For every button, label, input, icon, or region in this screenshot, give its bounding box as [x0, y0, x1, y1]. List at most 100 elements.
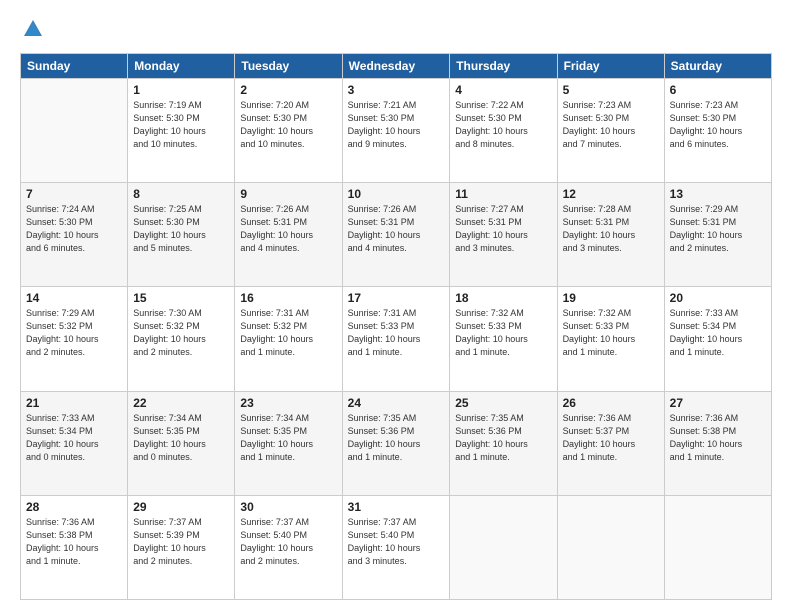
day-info: Sunrise: 7:33 AM Sunset: 5:34 PM Dayligh… — [670, 307, 766, 359]
calendar-cell: 7 Sunrise: 7:24 AM Sunset: 5:30 PM Daylig… — [21, 183, 128, 287]
calendar-cell: 31Sunrise: 7:37 AM Sunset: 5:40 PM Dayli… — [342, 495, 450, 599]
day-number: 31 — [348, 500, 445, 514]
weekday-tuesday: Tuesday — [235, 53, 342, 78]
calendar-cell: 21 Sunrise: 7:33 AM Sunset: 5:34 PM Dayli… — [21, 391, 128, 495]
calendar-cell: 23 Sunrise: 7:34 AM Sunset: 5:35 PM Dayli… — [235, 391, 342, 495]
day-number: 29 — [133, 500, 229, 514]
calendar-cell: 11 Sunrise: 7:27 AM Sunset: 5:31 PM Dayli… — [450, 183, 557, 287]
calendar-page: SundayMondayTuesdayWednesdayThursdayFrid… — [0, 0, 792, 612]
calendar-cell: 22Sunrise: 7:34 AM Sunset: 5:35 PM Dayli… — [128, 391, 235, 495]
weekday-wednesday: Wednesday — [342, 53, 450, 78]
weekday-monday: Monday — [128, 53, 235, 78]
day-number: 14 — [26, 291, 122, 305]
day-number: 17 — [348, 291, 445, 305]
calendar-cell: 9 Sunrise: 7:26 AM Sunset: 5:31 PM Daylig… — [235, 183, 342, 287]
day-number: 7 — [26, 187, 122, 201]
calendar-cell: 3 Sunrise: 7:21 AM Sunset: 5:30 PM Daylig… — [342, 78, 450, 182]
weekday-header-row: SundayMondayTuesdayWednesdayThursdayFrid… — [21, 53, 772, 78]
calendar-cell: 24Sunrise: 7:35 AM Sunset: 5:36 PM Dayli… — [342, 391, 450, 495]
day-info: Sunrise: 7:37 AM Sunset: 5:40 PM Dayligh… — [240, 516, 336, 568]
calendar-cell: 17 Sunrise: 7:31 AM Sunset: 5:33 PM Dayli… — [342, 287, 450, 391]
day-number: 30 — [240, 500, 336, 514]
calendar-cell: 27 Sunrise: 7:36 AM Sunset: 5:38 PM Dayli… — [664, 391, 771, 495]
day-info: Sunrise: 7:32 AM Sunset: 5:33 PM Dayligh… — [563, 307, 659, 359]
calendar-cell: 20Sunrise: 7:33 AM Sunset: 5:34 PM Dayli… — [664, 287, 771, 391]
day-number: 19 — [563, 291, 659, 305]
day-number: 25 — [455, 396, 551, 410]
day-number: 10 — [348, 187, 445, 201]
day-number: 21 — [26, 396, 122, 410]
day-info: Sunrise: 7:33 AM Sunset: 5:34 PM Dayligh… — [26, 412, 122, 464]
day-info: Sunrise: 7:36 AM Sunset: 5:37 PM Dayligh… — [563, 412, 659, 464]
calendar-cell: 2 Sunrise: 7:20 AM Sunset: 5:30 PM Daylig… — [235, 78, 342, 182]
calendar-cell: 18 Sunrise: 7:32 AM Sunset: 5:33 PM Dayli… — [450, 287, 557, 391]
day-number: 3 — [348, 83, 445, 97]
day-info: Sunrise: 7:26 AM Sunset: 5:31 PM Dayligh… — [240, 203, 336, 255]
calendar-cell — [21, 78, 128, 182]
calendar-week-5: 28Sunrise: 7:36 AM Sunset: 5:38 PM Dayli… — [21, 495, 772, 599]
weekday-thursday: Thursday — [450, 53, 557, 78]
calendar-body: 1 Sunrise: 7:19 AM Sunset: 5:30 PM Daylig… — [21, 78, 772, 599]
calendar-cell: 26 Sunrise: 7:36 AM Sunset: 5:37 PM Dayli… — [557, 391, 664, 495]
day-info: Sunrise: 7:32 AM Sunset: 5:33 PM Dayligh… — [455, 307, 551, 359]
day-number: 28 — [26, 500, 122, 514]
weekday-saturday: Saturday — [664, 53, 771, 78]
calendar-week-4: 21 Sunrise: 7:33 AM Sunset: 5:34 PM Dayli… — [21, 391, 772, 495]
calendar-table: SundayMondayTuesdayWednesdayThursdayFrid… — [20, 53, 772, 600]
calendar-cell: 29 Sunrise: 7:37 AM Sunset: 5:39 PM Dayli… — [128, 495, 235, 599]
calendar-cell — [450, 495, 557, 599]
calendar-cell: 25 Sunrise: 7:35 AM Sunset: 5:36 PM Dayli… — [450, 391, 557, 495]
day-number: 13 — [670, 187, 766, 201]
weekday-friday: Friday — [557, 53, 664, 78]
day-number: 26 — [563, 396, 659, 410]
day-info: Sunrise: 7:23 AM Sunset: 5:30 PM Dayligh… — [670, 99, 766, 151]
day-info: Sunrise: 7:26 AM Sunset: 5:31 PM Dayligh… — [348, 203, 445, 255]
day-number: 16 — [240, 291, 336, 305]
calendar-cell: 8Sunrise: 7:25 AM Sunset: 5:30 PM Daylig… — [128, 183, 235, 287]
day-info: Sunrise: 7:29 AM Sunset: 5:32 PM Dayligh… — [26, 307, 122, 359]
day-info: Sunrise: 7:28 AM Sunset: 5:31 PM Dayligh… — [563, 203, 659, 255]
day-number: 22 — [133, 396, 229, 410]
calendar-cell: 10 Sunrise: 7:26 AM Sunset: 5:31 PM Dayli… — [342, 183, 450, 287]
day-info: Sunrise: 7:34 AM Sunset: 5:35 PM Dayligh… — [240, 412, 336, 464]
day-info: Sunrise: 7:31 AM Sunset: 5:32 PM Dayligh… — [240, 307, 336, 359]
day-info: Sunrise: 7:35 AM Sunset: 5:36 PM Dayligh… — [455, 412, 551, 464]
day-info: Sunrise: 7:22 AM Sunset: 5:30 PM Dayligh… — [455, 99, 551, 151]
day-number: 11 — [455, 187, 551, 201]
weekday-sunday: Sunday — [21, 53, 128, 78]
day-info: Sunrise: 7:30 AM Sunset: 5:32 PM Dayligh… — [133, 307, 229, 359]
calendar-cell: 19 Sunrise: 7:32 AM Sunset: 5:33 PM Dayli… — [557, 287, 664, 391]
day-info: Sunrise: 7:20 AM Sunset: 5:30 PM Dayligh… — [240, 99, 336, 151]
day-number: 4 — [455, 83, 551, 97]
calendar-cell: 16 Sunrise: 7:31 AM Sunset: 5:32 PM Dayli… — [235, 287, 342, 391]
day-number: 23 — [240, 396, 336, 410]
day-number: 2 — [240, 83, 336, 97]
day-number: 27 — [670, 396, 766, 410]
day-info: Sunrise: 7:24 AM Sunset: 5:30 PM Dayligh… — [26, 203, 122, 255]
day-number: 9 — [240, 187, 336, 201]
day-info: Sunrise: 7:19 AM Sunset: 5:30 PM Dayligh… — [133, 99, 229, 151]
day-info: Sunrise: 7:21 AM Sunset: 5:30 PM Dayligh… — [348, 99, 445, 151]
calendar-cell: 13 Sunrise: 7:29 AM Sunset: 5:31 PM Dayli… — [664, 183, 771, 287]
logo — [20, 18, 44, 45]
day-info: Sunrise: 7:27 AM Sunset: 5:31 PM Dayligh… — [455, 203, 551, 255]
calendar-cell: 1 Sunrise: 7:19 AM Sunset: 5:30 PM Daylig… — [128, 78, 235, 182]
day-info: Sunrise: 7:36 AM Sunset: 5:38 PM Dayligh… — [670, 412, 766, 464]
day-number: 5 — [563, 83, 659, 97]
day-info: Sunrise: 7:37 AM Sunset: 5:39 PM Dayligh… — [133, 516, 229, 568]
calendar-cell: 6 Sunrise: 7:23 AM Sunset: 5:30 PM Daylig… — [664, 78, 771, 182]
day-info: Sunrise: 7:29 AM Sunset: 5:31 PM Dayligh… — [670, 203, 766, 255]
day-info: Sunrise: 7:31 AM Sunset: 5:33 PM Dayligh… — [348, 307, 445, 359]
calendar-cell: 30 Sunrise: 7:37 AM Sunset: 5:40 PM Dayli… — [235, 495, 342, 599]
calendar-cell: 5Sunrise: 7:23 AM Sunset: 5:30 PM Daylig… — [557, 78, 664, 182]
day-info: Sunrise: 7:35 AM Sunset: 5:36 PM Dayligh… — [348, 412, 445, 464]
logo-icon — [22, 18, 44, 40]
day-number: 1 — [133, 83, 229, 97]
day-number: 15 — [133, 291, 229, 305]
day-number: 6 — [670, 83, 766, 97]
calendar-cell: 15 Sunrise: 7:30 AM Sunset: 5:32 PM Dayli… — [128, 287, 235, 391]
day-number: 8 — [133, 187, 229, 201]
calendar-week-1: 1 Sunrise: 7:19 AM Sunset: 5:30 PM Daylig… — [21, 78, 772, 182]
calendar-cell: 28Sunrise: 7:36 AM Sunset: 5:38 PM Dayli… — [21, 495, 128, 599]
day-number: 18 — [455, 291, 551, 305]
